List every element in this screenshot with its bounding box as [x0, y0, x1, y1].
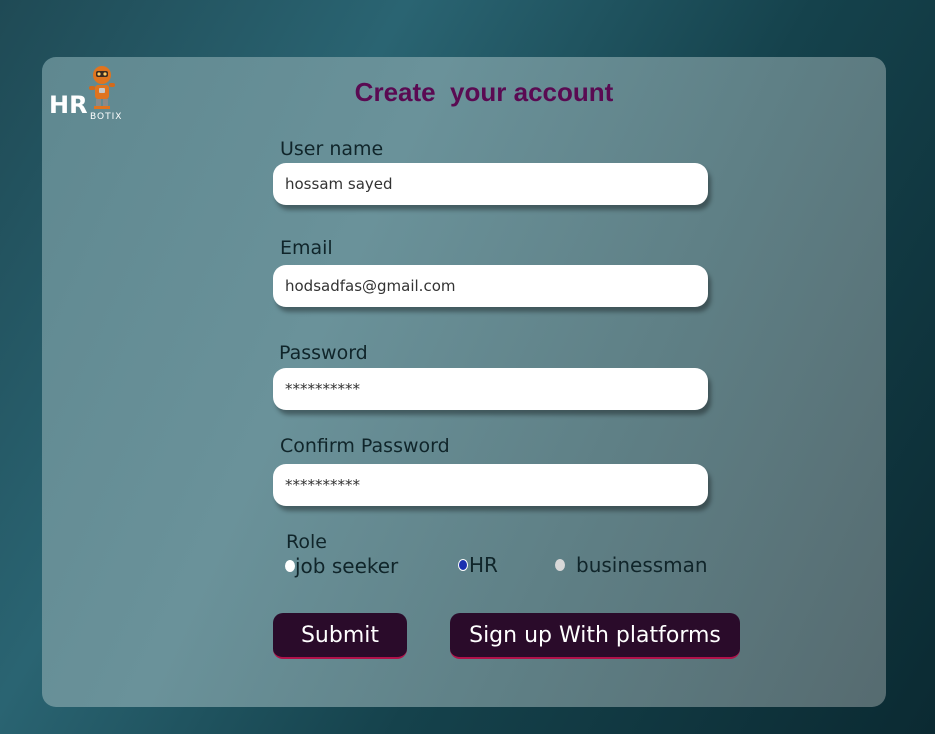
page-title: Create your account — [354, 77, 614, 107]
confirm-password-field[interactable]: ********** — [273, 464, 708, 506]
username-label: User name — [280, 138, 384, 160]
radio-businessman[interactable]: businessman — [555, 553, 708, 577]
radio-job-seeker[interactable]: job seeker — [285, 554, 398, 578]
password-label: Password — [279, 342, 368, 364]
signup-platforms-button[interactable]: Sign up With platforms — [450, 613, 740, 659]
username-field[interactable]: hossam sayed — [273, 163, 708, 205]
submit-button[interactable]: Submit — [273, 613, 407, 659]
radio-label-job-seeker: job seeker — [295, 554, 399, 578]
email-label: Email — [280, 237, 333, 259]
radio-dot-icon[interactable] — [285, 560, 295, 572]
role-label: Role — [286, 531, 327, 553]
password-field[interactable]: ********** — [273, 368, 708, 410]
confirm-password-label: Confirm Password — [280, 435, 450, 457]
radio-selected-dot-icon[interactable] — [458, 559, 468, 571]
radio-hr[interactable]: HR — [458, 553, 498, 577]
signup-card: HR BOTIX Create your account User name h… — [42, 57, 886, 707]
radio-label-businessman: businessman — [576, 553, 708, 577]
radio-label-hr: HR — [469, 553, 498, 577]
email-field[interactable]: hodsadfas@gmail.com — [273, 265, 708, 307]
logo-subtext: BOTIX — [90, 112, 122, 121]
radio-dot-icon[interactable] — [555, 559, 565, 571]
